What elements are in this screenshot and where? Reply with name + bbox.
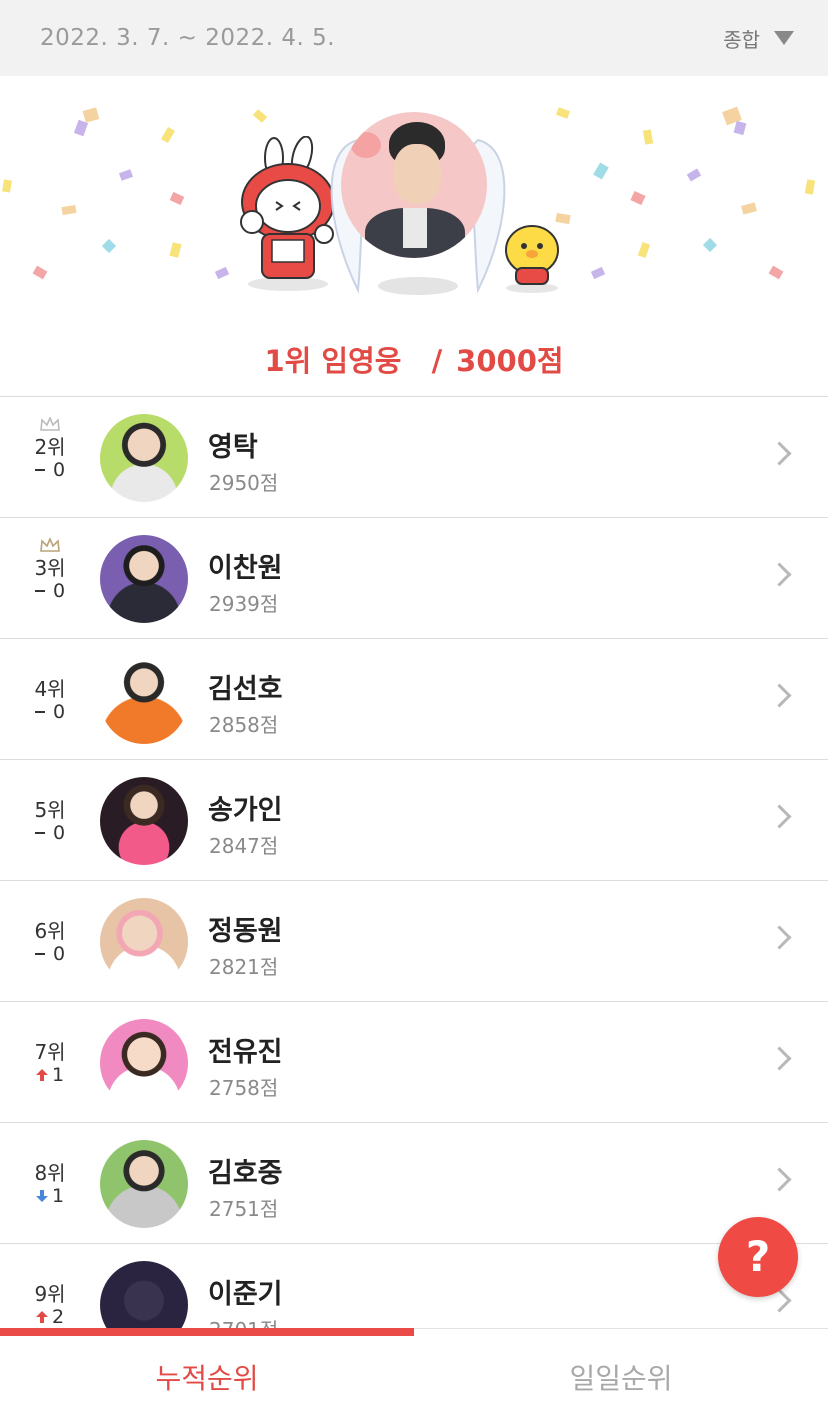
no-change-dash-icon	[34, 711, 45, 713]
ranking-row[interactable]: 8위 1 김호중 2751점	[0, 1122, 828, 1243]
rank-change-value: 0	[52, 701, 66, 723]
artist-name: 송가인	[208, 795, 283, 826]
rank-column: 2위 0	[20, 397, 80, 517]
rank-label: 6위	[34, 919, 66, 943]
artist-score: 2751점	[209, 1197, 279, 1221]
rank-up-arrow-icon	[35, 1311, 48, 1323]
rank-change: 2	[20, 1306, 80, 1328]
artist-name: 이찬원	[208, 553, 283, 584]
date-range: 2022. 3. 7. ~ 2022. 4. 5.	[40, 25, 336, 51]
artist-name: 김선호	[208, 674, 283, 705]
rank-change: 1	[20, 1064, 80, 1086]
avatar	[100, 898, 188, 986]
artist-score: 2847점	[209, 834, 279, 858]
bottom-tab-bar: 누적순위 일일순위	[0, 1328, 828, 1411]
rank-down-arrow-icon	[35, 1190, 48, 1202]
avatar	[100, 1140, 188, 1228]
ranking-row[interactable]: 2위 0 영탁 2950점	[0, 396, 828, 517]
artist-name: 영탁	[208, 432, 258, 463]
rank-change-value: 1	[51, 1064, 65, 1086]
rank-label: 3위	[34, 556, 66, 580]
date-filter-bar: 2022. 3. 7. ~ 2022. 4. 5. 종합	[0, 0, 828, 76]
ranking-row[interactable]: 6위 0 정동원 2821점	[0, 880, 828, 1001]
avatar	[100, 656, 188, 744]
artist-name: 정동원	[208, 916, 283, 947]
avatar	[100, 414, 188, 502]
rank-change-value: 2	[51, 1306, 65, 1328]
rank-change: 0	[20, 580, 80, 602]
category-dropdown[interactable]: 종합	[723, 24, 794, 53]
rank-label: 5위	[34, 798, 66, 822]
first-place-score: 3000점	[456, 344, 564, 378]
rank-column: 7위 1	[20, 1002, 80, 1122]
artist-score: 2950점	[209, 471, 279, 495]
first-place-name: 임영웅	[321, 344, 402, 378]
rank-label: 2위	[34, 435, 66, 459]
separator: /	[431, 344, 443, 378]
rank-label: 4위	[34, 677, 66, 701]
rank-label: 9위	[34, 1282, 66, 1306]
rank-label: 8위	[34, 1161, 66, 1185]
tab-cumulative-ranking[interactable]: 누적순위	[0, 1357, 414, 1397]
rank-column: 6위 0	[20, 881, 80, 1001]
avatar	[100, 777, 188, 865]
no-change-dash-icon	[34, 832, 45, 834]
artist-name: 이준기	[208, 1279, 283, 1310]
chevron-right-icon	[767, 683, 792, 708]
chevron-right-icon	[767, 804, 792, 829]
chick-mascot-illustration	[505, 225, 559, 293]
first-place-rank: 1위	[264, 344, 312, 378]
category-dropdown-label: 종합	[723, 27, 760, 52]
ranking-row[interactable]: 4위 0 김선호 2858점	[0, 638, 828, 759]
rank-change: 0	[20, 943, 80, 965]
ranking-row[interactable]: 7위 1 전유진 2758점	[0, 1001, 828, 1122]
ranking-row[interactable]: 3위 0 이찬원 2939점	[0, 517, 828, 638]
artist-name: 전유진	[208, 1037, 283, 1068]
rank-change-value: 0	[52, 822, 66, 844]
chevron-right-icon	[767, 1167, 792, 1192]
rank-change: 1	[20, 1185, 80, 1207]
rank-label: 7위	[34, 1040, 66, 1064]
chevron-right-icon	[767, 441, 792, 466]
ranking-list: 2위 0 영탁 2950점 3위 0 이찬원 2939점 4위 0 김선호 28…	[0, 396, 828, 1364]
rank-change: 0	[20, 822, 80, 844]
artist-score: 2758점	[209, 1076, 279, 1100]
artist-name: 김호중	[208, 1158, 283, 1189]
rank-change-value: 0	[52, 459, 66, 481]
first-place-summary: 1위 임영웅 / 3000점	[0, 338, 828, 380]
chevron-right-icon	[767, 1046, 792, 1071]
active-tab-indicator	[0, 1328, 414, 1336]
rank-change-value: 0	[52, 943, 66, 965]
first-place-avatar[interactable]	[341, 112, 487, 258]
crown-icon	[40, 417, 60, 431]
rank-change: 0	[20, 701, 80, 723]
rank-column: 3위 0	[20, 518, 80, 638]
first-place-banner: 1위 임영웅 / 3000점	[0, 76, 828, 396]
no-change-dash-icon	[34, 590, 45, 592]
rank-change-value: 1	[51, 1185, 65, 1207]
ranking-row[interactable]: 5위 0 송가인 2847점	[0, 759, 828, 880]
help-button[interactable]: ?	[718, 1217, 798, 1297]
rank-column: 8위 1	[20, 1123, 80, 1243]
rank-column: 5위 0	[20, 760, 80, 880]
avatar	[100, 1019, 188, 1107]
artist-score: 2821점	[209, 955, 279, 979]
avatar	[100, 535, 188, 623]
rank-change: 0	[20, 459, 80, 481]
chevron-right-icon	[767, 562, 792, 587]
caret-down-icon	[774, 31, 794, 45]
rank-up-arrow-icon	[35, 1069, 48, 1081]
rank-change-value: 0	[52, 580, 66, 602]
tab-daily-ranking[interactable]: 일일순위	[414, 1357, 828, 1397]
rank-column: 4위 0	[20, 639, 80, 759]
chevron-right-icon	[767, 925, 792, 950]
no-change-dash-icon	[34, 953, 45, 955]
crown-icon	[40, 538, 60, 552]
artist-score: 2939점	[209, 592, 279, 616]
artist-score: 2858점	[209, 713, 279, 737]
no-change-dash-icon	[34, 469, 45, 471]
